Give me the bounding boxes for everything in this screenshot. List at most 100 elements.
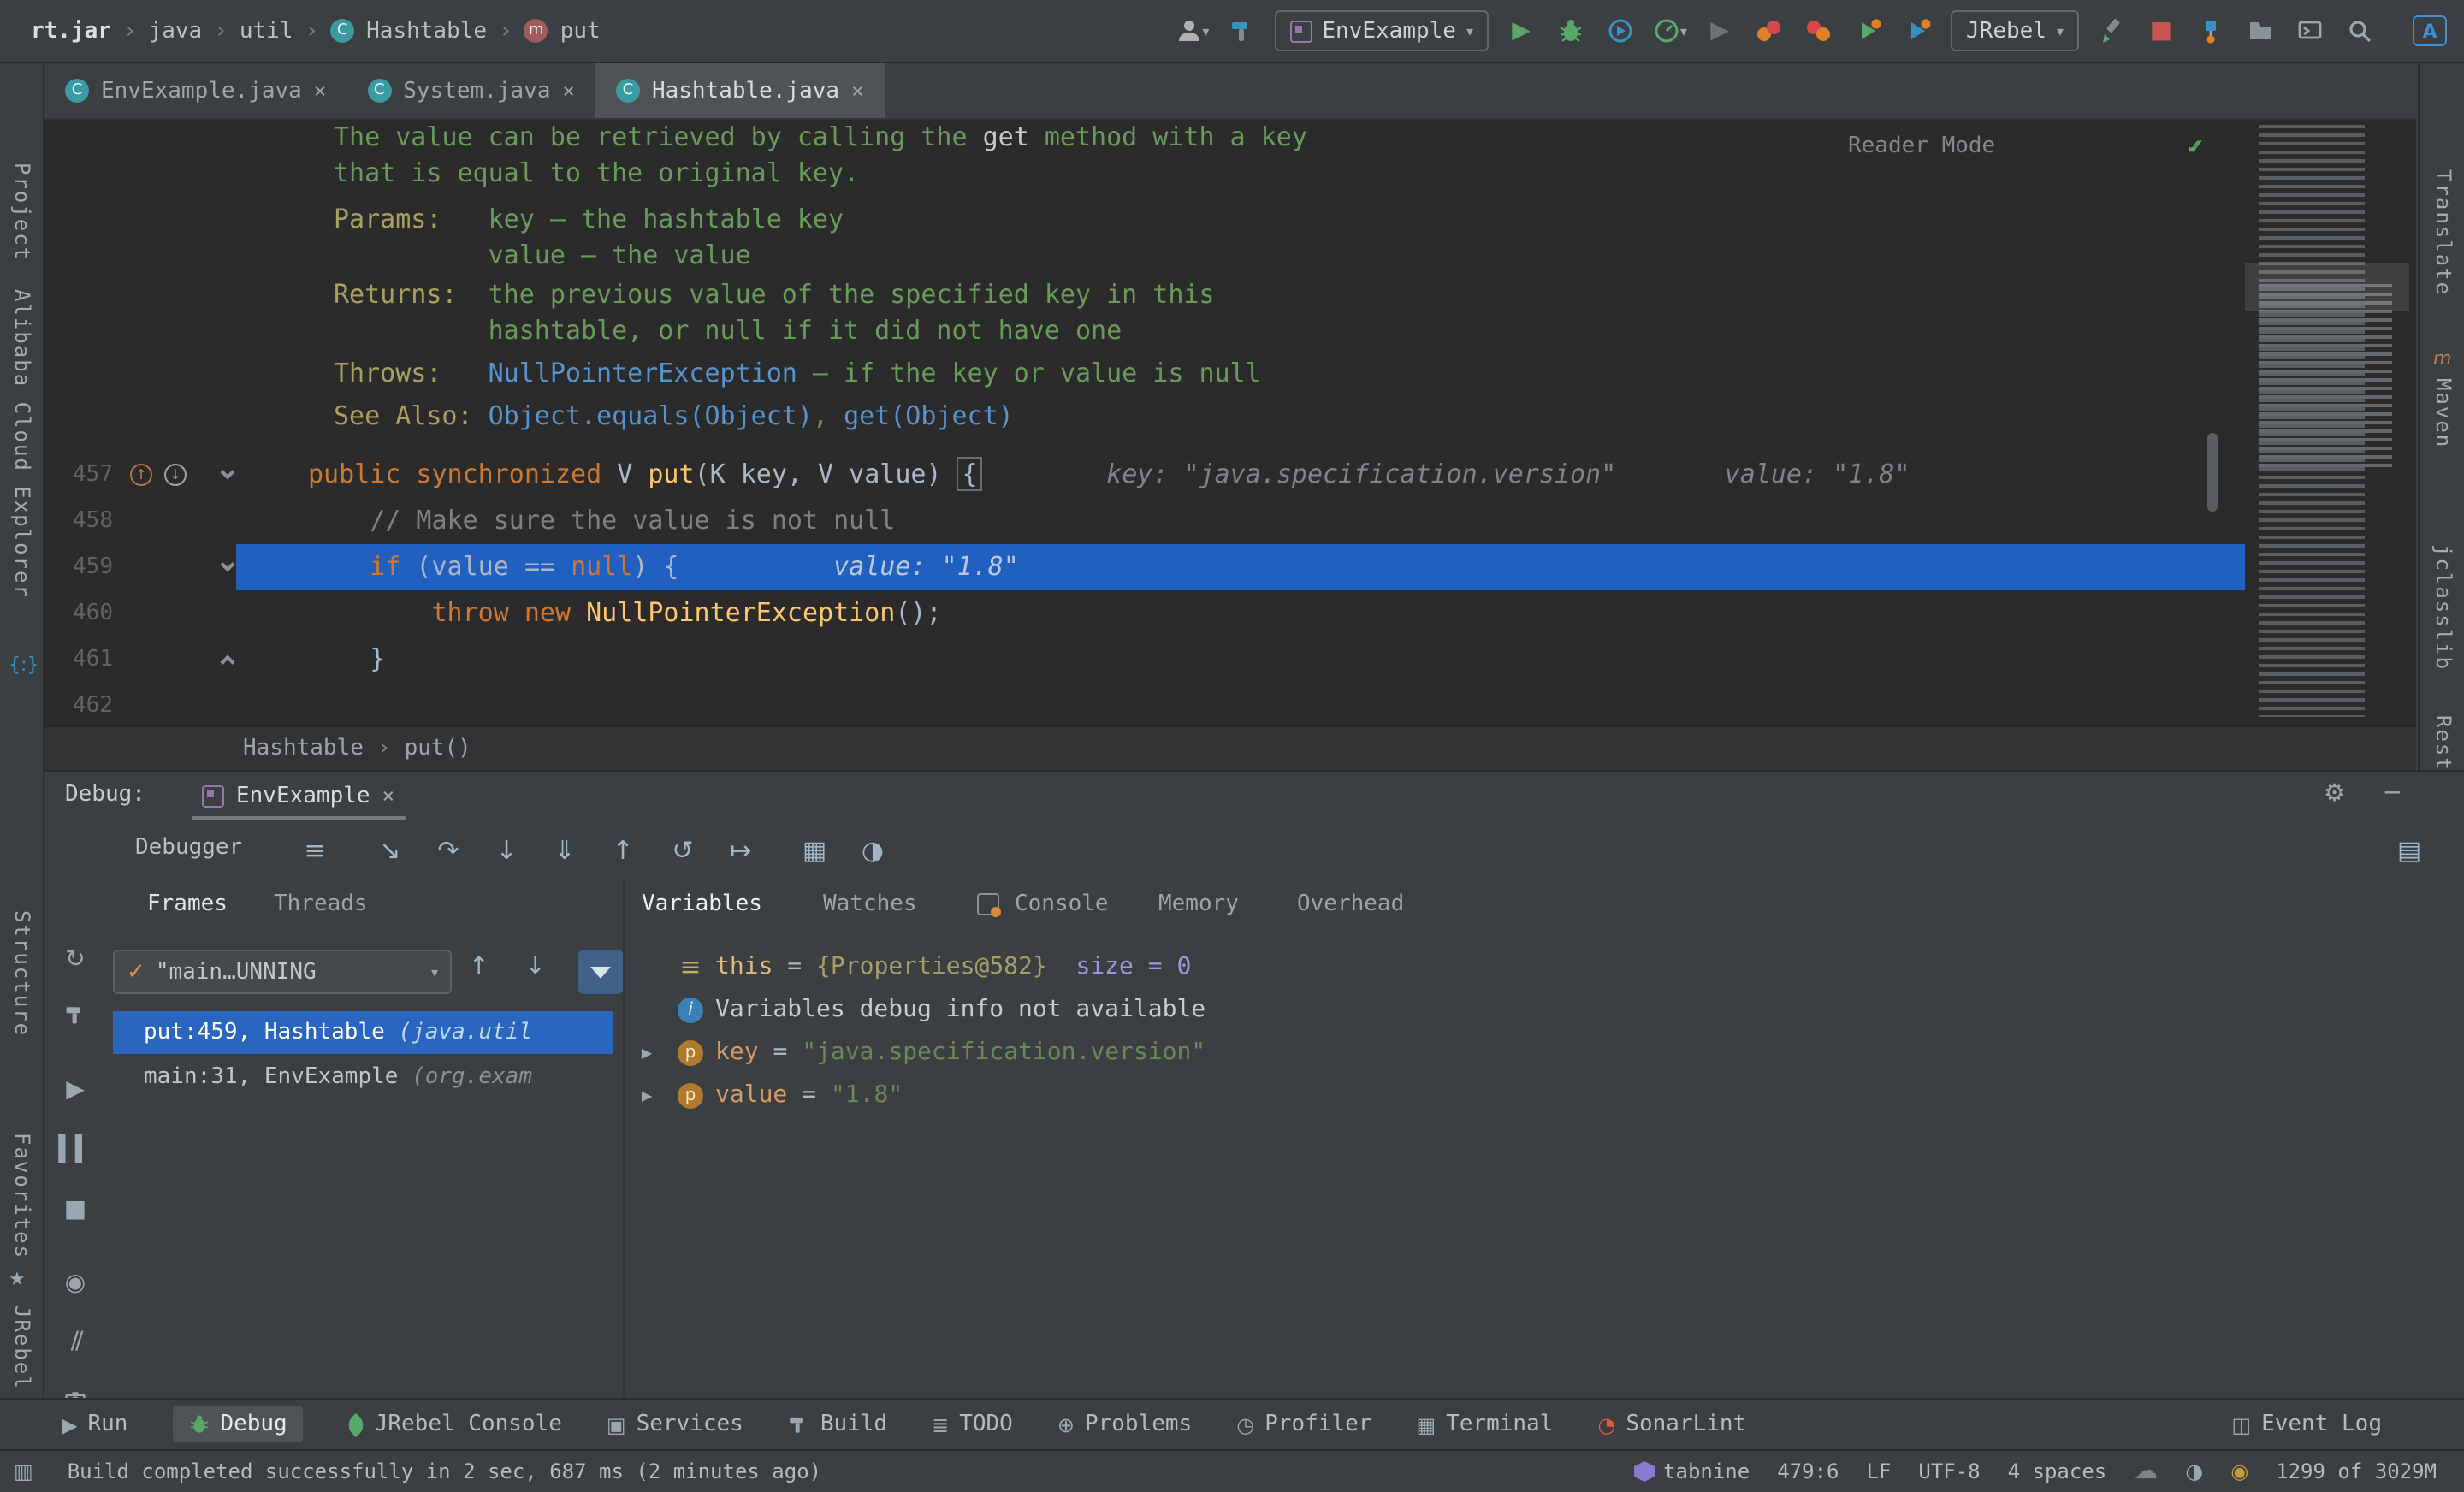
fold-end-icon[interactable] [221, 655, 235, 670]
overrides-marker-icon[interactable]: ↑ [130, 464, 152, 486]
status-message[interactable]: Build completed successfully in 2 sec, 6… [68, 1459, 821, 1483]
toolwindow-sonarlint[interactable]: ◔ SonarLint [1597, 1412, 1746, 1437]
code-text[interactable]: public synchronized V put(K key, V value… [308, 452, 1910, 498]
minimap[interactable] [2245, 120, 2409, 725]
async-profiler-icon[interactable] [1752, 12, 1786, 50]
reader-mode-label[interactable]: Reader Mode [1848, 133, 1995, 159]
threads-menu-icon[interactable]: ≡ [294, 830, 335, 871]
project-structure-icon[interactable] [2243, 12, 2277, 50]
sidebar-item-jclasslib[interactable]: jclasslib [2431, 544, 2455, 671]
tab-console[interactable]: Console [1015, 891, 1109, 917]
stop-button[interactable]: ■ [2144, 12, 2178, 50]
sidebar-item-jrebel[interactable]: JRebel [10, 1306, 34, 1390]
breadcrumb-method[interactable]: put() [405, 736, 471, 761]
breadcrumb-java[interactable]: java [149, 18, 203, 44]
line-number[interactable]: 461 [44, 636, 113, 683]
notifications-icon[interactable]: ◉ [2230, 1459, 2248, 1483]
step-into-icon[interactable]: ↓ [486, 830, 527, 871]
search-icon[interactable] [2343, 12, 2377, 50]
toolwindow-terminal[interactable]: ▦ Terminal [1416, 1412, 1553, 1437]
minimap-viewport[interactable] [2245, 263, 2409, 311]
jrebel-combo[interactable]: JRebel ▾ [1951, 10, 2079, 51]
editor-scrollbar[interactable] [2207, 433, 2218, 512]
run-with-coverage-icon[interactable] [1603, 12, 1638, 50]
tab-variables[interactable]: Variables [642, 891, 762, 917]
breadcrumb-put[interactable]: put [560, 18, 601, 44]
editor[interactable]: The value can be retrieved by calling th… [44, 120, 2416, 725]
code-text[interactable]: throw new NullPointerException(); [308, 590, 942, 636]
breadcrumb-rt-jar[interactable]: rt.jar [31, 18, 111, 44]
sidebar-item-translate[interactable]: Translate [2431, 169, 2455, 296]
run-config-combo[interactable]: EnvExample ▾ [1274, 10, 1489, 51]
tabnine-widget[interactable]: tabnine [1634, 1459, 1750, 1483]
trace-settings-icon[interactable]: ◑ [852, 830, 893, 871]
profiler-button[interactable]: ▾ [1653, 12, 1687, 50]
toolwindow-debug[interactable]: Debug [172, 1406, 302, 1442]
gear-icon[interactable]: ⚙ [2324, 780, 2345, 808]
tab-memory[interactable]: Memory [1158, 891, 1239, 917]
breadcrumb-class[interactable]: Hashtable [243, 736, 364, 761]
tab-overhead[interactable]: Overhead [1297, 891, 1404, 917]
close-icon[interactable]: × [314, 79, 326, 103]
debug-session-tab[interactable]: EnvExample × [192, 775, 405, 820]
sidebar-item-alibaba-cloud-explorer[interactable]: Alibaba Cloud Explorer [10, 289, 34, 599]
overridden-marker-icon[interactable]: ↓ [164, 464, 187, 486]
plugin-icon[interactable] [2194, 12, 2228, 50]
sidebar-item-maven[interactable]: Maven [2431, 378, 2455, 448]
fold-chevron-icon[interactable] [221, 465, 235, 480]
sidebar-item-favorites[interactable]: Favorites [10, 1133, 34, 1259]
sidebar-item-structure[interactable]: Structure [10, 910, 34, 1037]
toolwindow-switcher-icon[interactable]: ▥ [14, 1459, 33, 1483]
inspections-ok-icon[interactable]: ✓✓ [2187, 133, 2204, 161]
tab-watches[interactable]: Watches [823, 891, 917, 917]
sidebar-item-project[interactable]: Project [10, 163, 34, 261]
brackets-icon[interactable]: {:} [9, 654, 38, 676]
step-over-icon[interactable]: ↷ [428, 830, 469, 871]
line-number[interactable]: 462 [44, 683, 113, 725]
terminal-window-icon[interactable] [2293, 12, 2327, 50]
variable-row-this[interactable]: ≡ this = {Properties@582} size = 0 [44, 946, 2464, 989]
show-execution-point-icon[interactable]: ↘ [370, 830, 411, 871]
variable-row-value[interactable]: ▶ p value = "1.8" [44, 1075, 2464, 1117]
code-text[interactable]: if (value == null) { value: "1.8" [308, 544, 1019, 590]
toolwindow-build[interactable]: Build [788, 1412, 887, 1437]
gauge-icon[interactable]: ◑ [2185, 1459, 2203, 1483]
expand-chevron-icon[interactable]: ▶ [637, 1075, 657, 1117]
toolwindow-event-log[interactable]: ◫ Event Log [2231, 1412, 2382, 1437]
close-icon[interactable]: × [851, 79, 863, 103]
variable-row-key[interactable]: ▶ p key = "java.specification.version" [44, 1032, 2464, 1075]
paintbrush-icon[interactable] [2094, 12, 2129, 50]
tab-envexample-java[interactable]: C EnvExample.java × [44, 63, 346, 118]
user-account-icon[interactable]: ▾ [1175, 12, 1209, 50]
code-text[interactable]: // Make sure the value is not null [308, 498, 895, 544]
toolwindow-jrebel-console[interactable]: JRebel Console [347, 1412, 562, 1437]
caret-position[interactable]: 479:6 [1777, 1459, 1839, 1483]
expand-chevron-icon[interactable]: ▶ [637, 1032, 657, 1075]
tab-frames[interactable]: Frames [147, 891, 228, 917]
indent-setting[interactable]: 4 spaces [2008, 1459, 2107, 1483]
mute-breakpoints-icon[interactable]: ∕∕ [55, 1321, 96, 1362]
toolwindow-problems[interactable]: ⊕ Problems [1057, 1412, 1192, 1437]
flame-graph-icon[interactable] [1802, 12, 1836, 50]
evaluate-expression-icon[interactable]: ▦ [794, 830, 835, 871]
debug-button[interactable] [1554, 12, 1588, 50]
file-encoding[interactable]: UTF-8 [1918, 1459, 1980, 1483]
minimize-icon[interactable]: ─ [2385, 780, 2400, 808]
memory-indicator[interactable]: 1299 of 3029M [2276, 1459, 2437, 1483]
toolwindow-todo[interactable]: ≣ TODO [932, 1412, 1013, 1437]
toolwindow-profiler[interactable]: ◷ Profiler [1236, 1412, 1371, 1437]
cloud-icon[interactable]: ☁ [2134, 1458, 2158, 1485]
jrebel-run-icon[interactable] [1851, 12, 1886, 50]
code-text[interactable]: } [308, 636, 385, 683]
run-to-cursor-icon[interactable]: ↦ [720, 830, 761, 871]
run-button[interactable]: ▶ [1504, 12, 1538, 50]
breadcrumb-hashtable[interactable]: Hashtable [366, 18, 487, 44]
line-number[interactable]: 457 [44, 452, 113, 498]
toolwindow-run[interactable]: ▶ Run [62, 1412, 127, 1437]
toolwindow-services[interactable]: ▣ Services [607, 1412, 743, 1437]
fold-chevron-icon[interactable] [221, 558, 235, 572]
line-number[interactable]: 459 [44, 544, 113, 590]
close-icon[interactable]: × [562, 79, 574, 103]
reset-frame-icon[interactable]: ↺ [662, 830, 703, 871]
step-out-icon[interactable]: ↑ [602, 830, 643, 871]
